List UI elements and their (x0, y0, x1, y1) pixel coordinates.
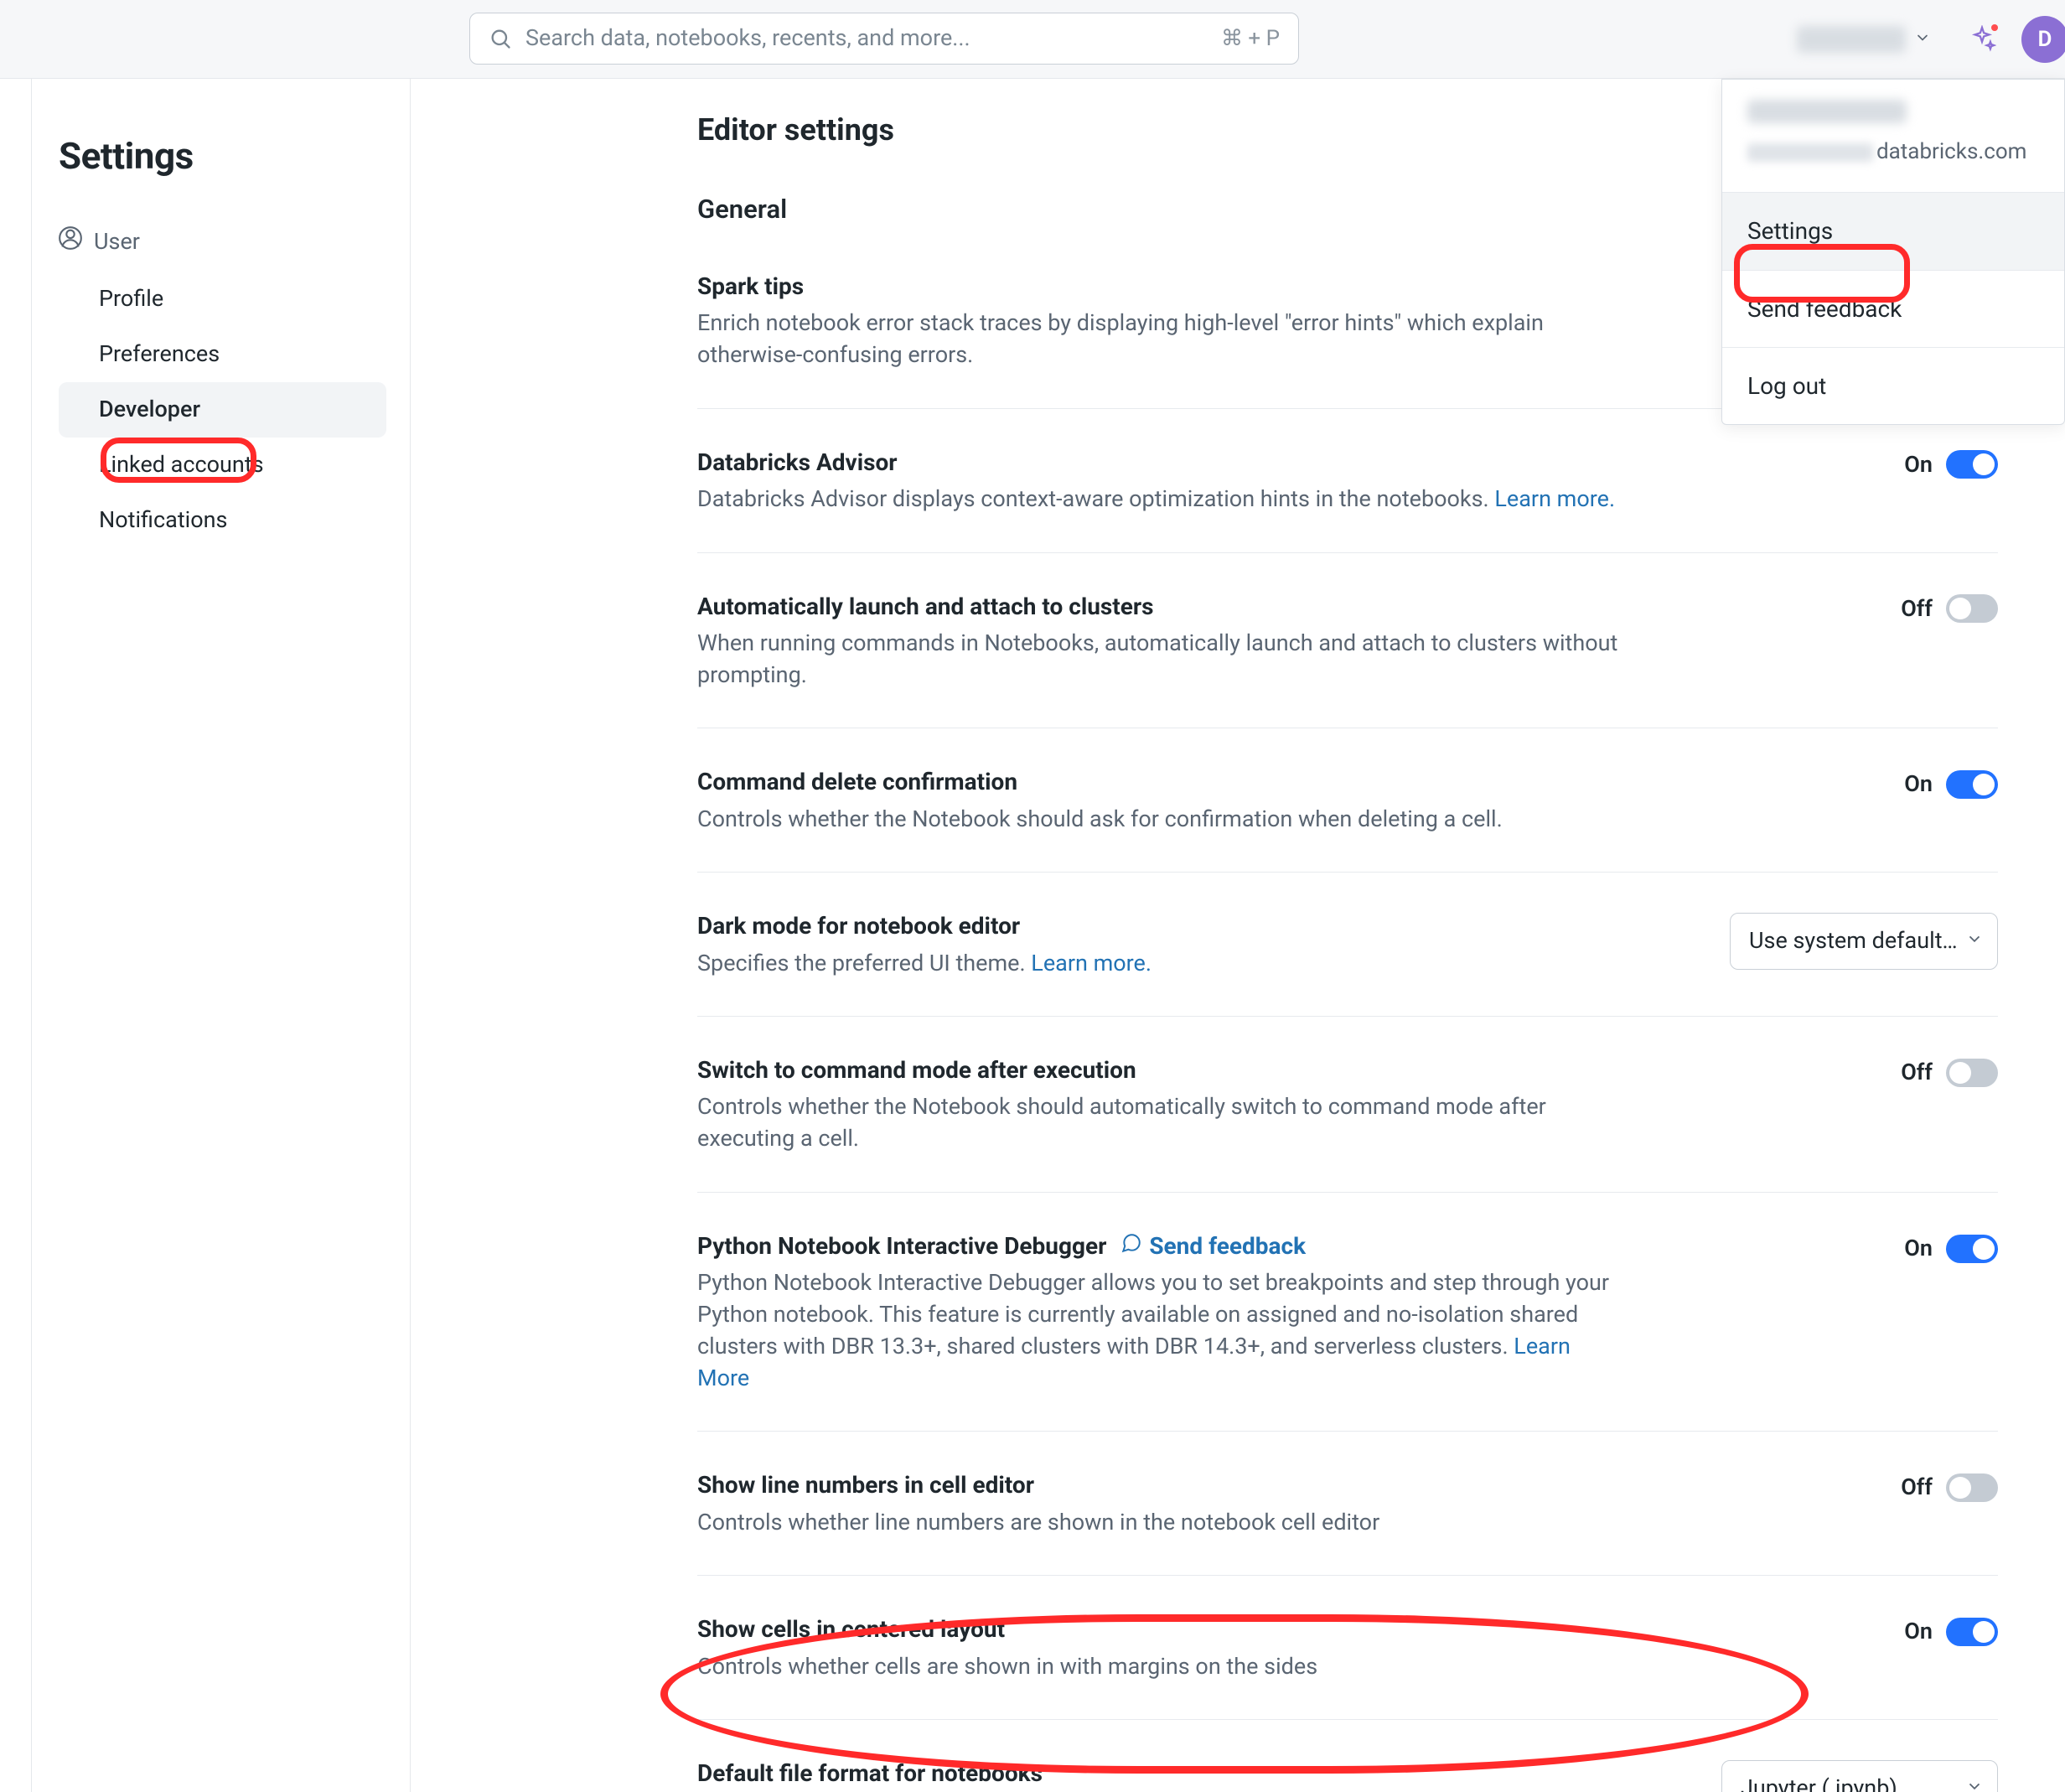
left-rail (0, 79, 32, 1792)
setting-desc: Controls whether line numbers are shown … (697, 1507, 1379, 1539)
setting-title: Command delete confirmation (697, 765, 1503, 798)
sidebar-item-notifications[interactable]: Notifications (59, 493, 386, 548)
sparkle-icon[interactable] (1968, 25, 1996, 54)
setting-title: Dark mode for notebook editor (697, 909, 1152, 942)
sidebar: Settings User Profile Preferences Develo… (32, 79, 411, 1792)
dropdown-email-suffix: databricks.com (1876, 139, 2027, 164)
sidebar-item-profile[interactable]: Profile (59, 272, 386, 327)
toggle-centered-layout[interactable] (1946, 1618, 1998, 1646)
setting-cmd-delete: Command delete confirmation Controls whe… (697, 765, 1998, 873)
toggle-state-label: On (1904, 1233, 1933, 1265)
toggle-line-numbers[interactable] (1946, 1473, 1998, 1502)
chevron-down-icon (1965, 1773, 1984, 1792)
toggle-py-debugger[interactable] (1946, 1235, 1998, 1263)
setting-default-format: Default file format for notebooks IPYNB … (697, 1757, 1998, 1792)
toggle-state-label: On (1904, 449, 1933, 481)
search-input[interactable]: Search data, notebooks, recents, and mor… (469, 13, 1299, 65)
dropdown-item-label: Log out (1747, 372, 1826, 400)
toggle-auto-attach[interactable] (1946, 594, 1998, 623)
dropdown-item-label: Send feedback (1747, 295, 1902, 323)
toggle-state-label: On (1904, 1616, 1933, 1648)
setting-title: Databricks Advisor (697, 446, 1615, 479)
setting-advisor: Databricks Advisor Databricks Advisor di… (697, 446, 1998, 553)
send-feedback-label: Send feedback (1149, 1230, 1306, 1262)
setting-py-debugger: Python Notebook Interactive Debugger Sen… (697, 1230, 1998, 1432)
sidebar-item-label: Notifications (99, 506, 227, 533)
setting-desc: Specifies the preferred UI theme. Learn … (697, 948, 1152, 980)
setting-desc: Controls whether cells are shown in with… (697, 1651, 1317, 1683)
learn-more-link[interactable]: Learn more. (1494, 485, 1615, 512)
toggle-advisor[interactable] (1946, 450, 1998, 479)
dropdown-item-log-out[interactable]: Log out (1722, 347, 2064, 424)
setting-cmd-mode-after-exec: Switch to command mode after execution C… (697, 1054, 1998, 1193)
setting-desc-text: Specifies the preferred UI theme. (697, 950, 1031, 976)
select-value: Jupyter (.ipynb) (1741, 1774, 1897, 1792)
setting-auto-attach: Automatically launch and attach to clust… (697, 590, 1998, 729)
sidebar-item-developer[interactable]: Developer (59, 382, 386, 438)
sidebar-section-user: User (59, 218, 386, 267)
page-title: Settings (59, 131, 386, 183)
sidebar-item-label: Developer (99, 396, 200, 422)
setting-line-numbers: Show line numbers in cell editor Control… (697, 1468, 1998, 1576)
sidebar-item-label: Preferences (99, 340, 220, 367)
setting-desc: Controls whether the Notebook should aut… (697, 1091, 1628, 1155)
topbar: Search data, notebooks, recents, and mor… (0, 0, 2065, 79)
setting-desc-text: Python Notebook Interactive Debugger all… (697, 1269, 1609, 1360)
setting-title: Show cells in centered layout (697, 1613, 1317, 1645)
user-name-redacted (1797, 26, 1906, 53)
search-icon (489, 27, 512, 50)
sidebar-item-label: Profile (99, 285, 163, 312)
dropdown-item-label: Settings (1747, 217, 1833, 245)
setting-title: Automatically launch and attach to clust… (697, 590, 1628, 623)
toggle-state-label: Off (1901, 593, 1933, 625)
sidebar-item-label: Linked accounts (99, 451, 264, 478)
setting-title: Switch to command mode after execution (697, 1054, 1628, 1086)
chat-icon (1120, 1230, 1142, 1262)
dropdown-item-settings[interactable]: Settings (1722, 192, 2064, 269)
select-value: Use system default… (1749, 927, 1958, 954)
dropdown-user-email: databricks.com (1747, 137, 2039, 167)
learn-more-link[interactable]: Learn more. (1031, 950, 1152, 976)
toggle-state-label: Off (1901, 1472, 1933, 1504)
toggle-cmd-mode-after-exec[interactable] (1946, 1059, 1998, 1087)
user-menu-button[interactable] (1785, 17, 1943, 62)
notification-dot-icon (1991, 24, 1998, 31)
sidebar-item-linked-accounts[interactable]: Linked accounts (59, 438, 386, 493)
send-feedback-link[interactable]: Send feedback (1120, 1230, 1306, 1262)
select-default-format[interactable]: Jupyter (.ipynb) (1721, 1760, 1998, 1792)
setting-title: Show line numbers in cell editor (697, 1468, 1379, 1501)
user-icon (59, 226, 82, 259)
dropdown-header: databricks.com (1722, 80, 2064, 192)
chevron-down-icon (1965, 925, 1984, 957)
search-shortcut: ⌘ + P (1221, 23, 1280, 54)
setting-centered-layout: Show cells in centered layout Controls w… (697, 1613, 1998, 1720)
toggle-state-label: Off (1901, 1057, 1933, 1089)
sidebar-item-preferences[interactable]: Preferences (59, 327, 386, 382)
toggle-cmd-delete[interactable] (1946, 770, 1998, 799)
setting-desc: Python Notebook Interactive Debugger all… (697, 1267, 1628, 1394)
setting-title: Default file format for notebooks (697, 1757, 1435, 1789)
setting-title-text: Python Notebook Interactive Debugger (697, 1232, 1106, 1260)
setting-desc: When running commands in Notebooks, auto… (697, 628, 1628, 691)
search-placeholder: Search data, notebooks, recents, and mor… (525, 23, 970, 54)
setting-desc: Databricks Advisor displays context-awar… (697, 484, 1615, 515)
select-dark-mode[interactable]: Use system default… (1730, 913, 1998, 970)
setting-title: Python Notebook Interactive Debugger Sen… (697, 1230, 1628, 1262)
chevron-down-icon (1914, 23, 1931, 55)
avatar-initial: D (2038, 24, 2052, 54)
setting-desc: Controls whether the Notebook should ask… (697, 804, 1503, 836)
dropdown-user-name-redacted (1747, 100, 1907, 123)
setting-desc: Enrich notebook error stack traces by di… (697, 308, 1628, 371)
setting-desc-text: Databricks Advisor displays context-awar… (697, 485, 1494, 512)
user-dropdown: databricks.com Settings Send feedback Lo… (1721, 79, 2065, 425)
avatar[interactable]: D (2021, 16, 2065, 63)
topbar-right: D (1785, 0, 2065, 79)
dropdown-item-send-feedback[interactable]: Send feedback (1722, 270, 2064, 347)
setting-title: Spark tips (697, 270, 1628, 303)
dropdown-email-prefix-redacted (1747, 143, 1873, 162)
sidebar-section-label: User (94, 226, 140, 258)
setting-dark-mode: Dark mode for notebook editor Specifies … (697, 909, 1998, 1017)
toggle-state-label: On (1904, 769, 1933, 800)
